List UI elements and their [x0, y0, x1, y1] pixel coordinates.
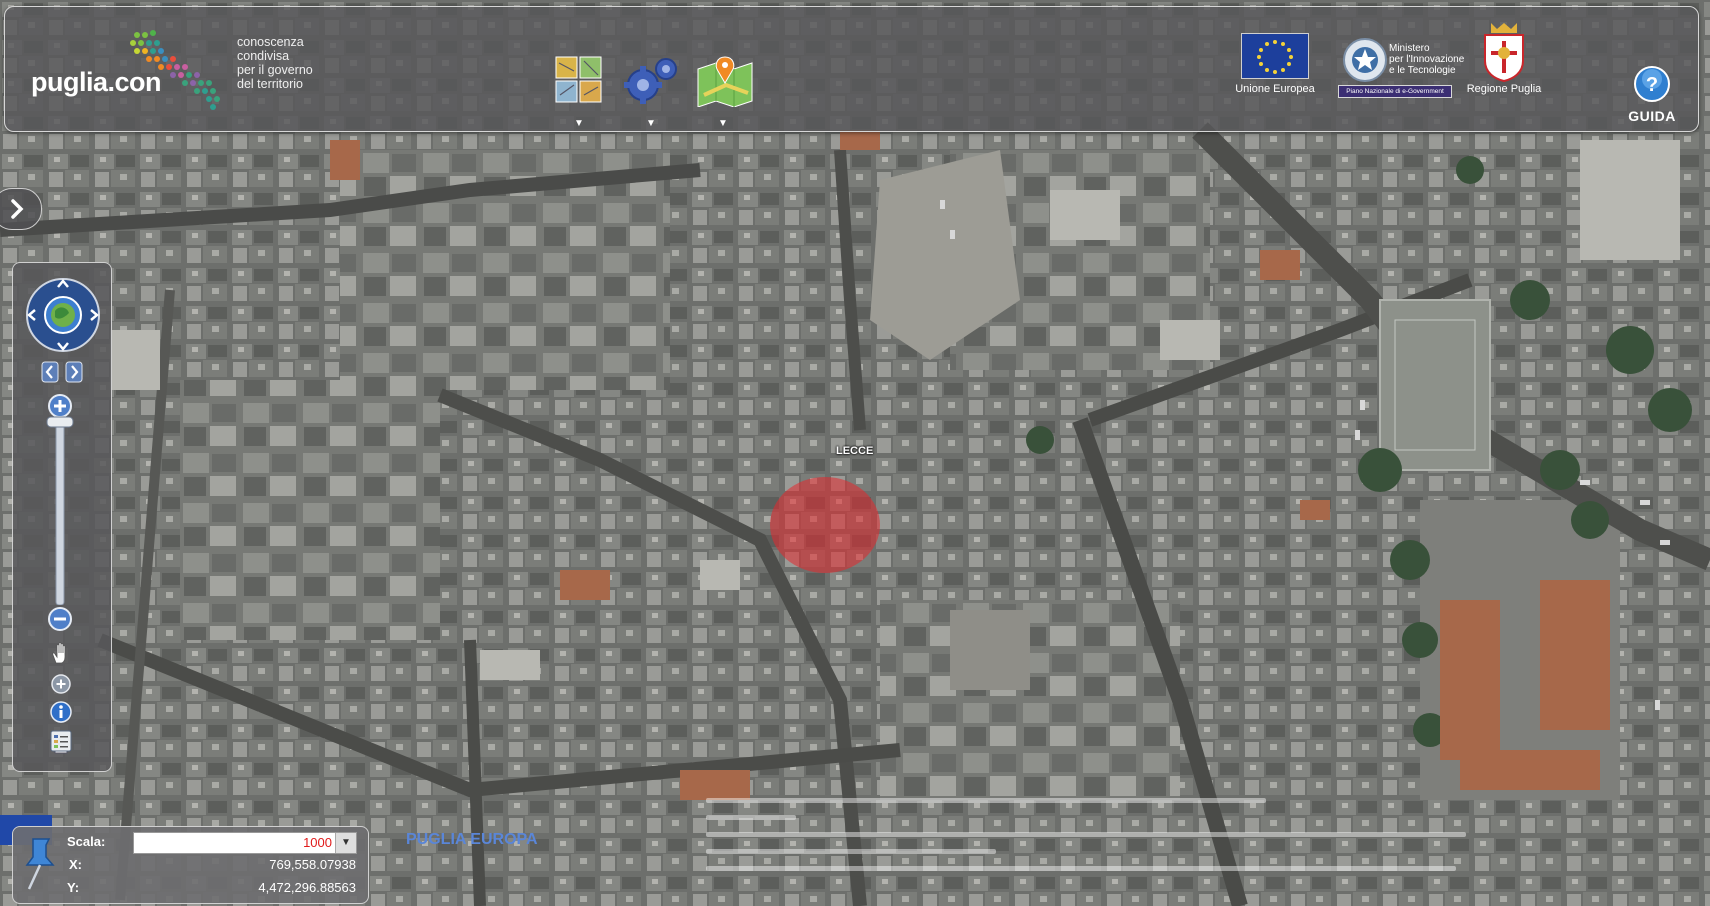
slider-thumb-icon: [46, 416, 74, 428]
compass-icon: [26, 278, 100, 352]
y-label: Y:: [67, 880, 80, 895]
chevron-right-small-icon: [65, 361, 83, 383]
minus-icon: [48, 607, 72, 631]
zoom-in-small-icon: [51, 674, 71, 694]
y-value: 4,472,296.88563: [258, 880, 356, 895]
x-label: X:: [69, 857, 82, 872]
guida-label: GUIDA: [1628, 108, 1676, 124]
logo-subtitle-line: conoscenza: [237, 35, 304, 49]
chevron-right-icon: [11, 199, 24, 219]
scale-label: Scala:: [67, 834, 106, 849]
ministry-bar: Piano Nazionale di e-Government: [1338, 85, 1452, 98]
footer-credits: [706, 790, 1466, 886]
ministry-caption-line: e le Tecnologie: [1389, 65, 1456, 76]
regione-caption: Regione Puglia: [1466, 83, 1542, 95]
layers-dropdown-arrow[interactable]: ▼: [574, 119, 584, 129]
puglia-europa-logo: PUGLIA EUROPA: [406, 831, 538, 848]
satellite-map[interactable]: LECCE: [0, 0, 1710, 906]
info-button[interactable]: [49, 700, 73, 724]
credits-text-blur: [706, 798, 1466, 871]
hand-icon: [52, 642, 66, 664]
info-icon: [50, 701, 72, 723]
panel-toggle-button[interactable]: [0, 188, 42, 230]
scale-value: 1000: [303, 835, 332, 850]
zoom-slider-thumb[interactable]: [46, 415, 74, 428]
map-pin-icon: [697, 56, 753, 108]
eu-caption: Unione Europea: [1235, 83, 1315, 95]
tools-dropdown-arrow[interactable]: ▼: [646, 119, 656, 129]
regione-puglia-logo: Regione Puglia: [1461, 21, 1547, 101]
chevron-down-icon[interactable]: ▼: [335, 833, 356, 853]
gears-icon: [624, 58, 677, 104]
eu-logo: Unione Europea: [1232, 33, 1318, 103]
header-bar: puglia.con conoscenza condivisa per il g…: [4, 6, 1699, 132]
ministry-caption-line: per l'Innovazione: [1389, 54, 1465, 65]
place-label: LECCE: [836, 445, 874, 457]
scale-select[interactable]: 1000 ▼: [133, 832, 357, 854]
ministry-caption-line: Ministero: [1389, 43, 1430, 54]
zoom-slider[interactable]: [54, 418, 66, 606]
tools-button[interactable]: [621, 55, 677, 109]
logo-subtitle: conoscenza condivisa per il governo del …: [237, 35, 347, 91]
zoom-out-button[interactable]: [47, 606, 73, 632]
map-services-button[interactable]: [696, 55, 753, 109]
zoom-box-in-button[interactable]: [50, 673, 72, 695]
zoom-track: [55, 418, 65, 606]
ministry-logo: Ministero per l'Innovazione e le Tecnolo…: [1338, 33, 1466, 103]
logo-subtitle-line: del territorio: [237, 77, 303, 91]
next-extent-button[interactable]: [65, 361, 83, 383]
location-marker[interactable]: [770, 477, 880, 573]
navigation-panel: [12, 262, 112, 772]
logo-subtitle-line: per il governo: [237, 63, 313, 77]
legend-list-icon: [50, 730, 72, 752]
eu-flag-icon: [1241, 33, 1309, 79]
regione-crest-icon: [1484, 23, 1524, 83]
help-glyph: ?: [1646, 74, 1658, 96]
help-icon: ?: [1634, 66, 1670, 102]
coordinate-panel: Scala: 1000 ▼ X: 769,558.07938 Y: 4,472,…: [12, 826, 369, 904]
layers-button[interactable]: [554, 55, 610, 109]
ministry-emblem-icon: [1343, 38, 1387, 82]
guida-button[interactable]: ? GUIDA: [1617, 65, 1687, 127]
pan-compass[interactable]: [25, 277, 101, 353]
map-services-dropdown-arrow[interactable]: ▼: [718, 119, 728, 129]
puglia-con-logo[interactable]: puglia.con conoscenza condivisa per il g…: [27, 23, 327, 123]
x-value: 769,558.07938: [269, 857, 356, 872]
ministry-caption: Ministero per l'Innovazione e le Tecnolo…: [1389, 43, 1469, 76]
logo-text: puglia.con: [31, 67, 162, 97]
previous-extent-button[interactable]: [41, 361, 59, 383]
layers-icon: [555, 56, 602, 103]
pan-tool-button[interactable]: [49, 641, 73, 665]
legend-button[interactable]: [49, 729, 73, 753]
pushpin-icon: [25, 838, 55, 890]
logo-subtitle-line: condivisa: [237, 49, 290, 63]
chevron-left-icon: [41, 361, 59, 383]
